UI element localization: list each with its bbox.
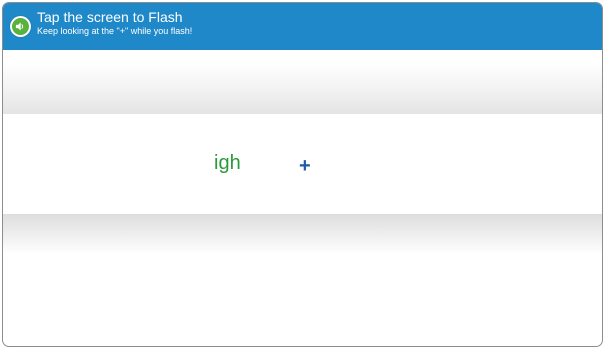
instruction-subtitle: Keep looking at the "+" while you flash!: [37, 26, 193, 36]
app-window: Tap the screen to Flash Keep looking at …: [2, 2, 603, 347]
instruction-title: Tap the screen to Flash: [37, 9, 183, 25]
bottom-gradient-band: [3, 214, 602, 254]
flash-word: igh: [214, 152, 241, 174]
audio-button[interactable]: [10, 16, 31, 37]
fixation-plus-icon: +: [299, 155, 311, 177]
instruction-header: Tap the screen to Flash Keep looking at …: [3, 3, 602, 50]
flash-strip[interactable]: igh +: [3, 114, 602, 214]
top-gradient-band: [3, 50, 602, 114]
speaker-icon: [12, 18, 29, 35]
